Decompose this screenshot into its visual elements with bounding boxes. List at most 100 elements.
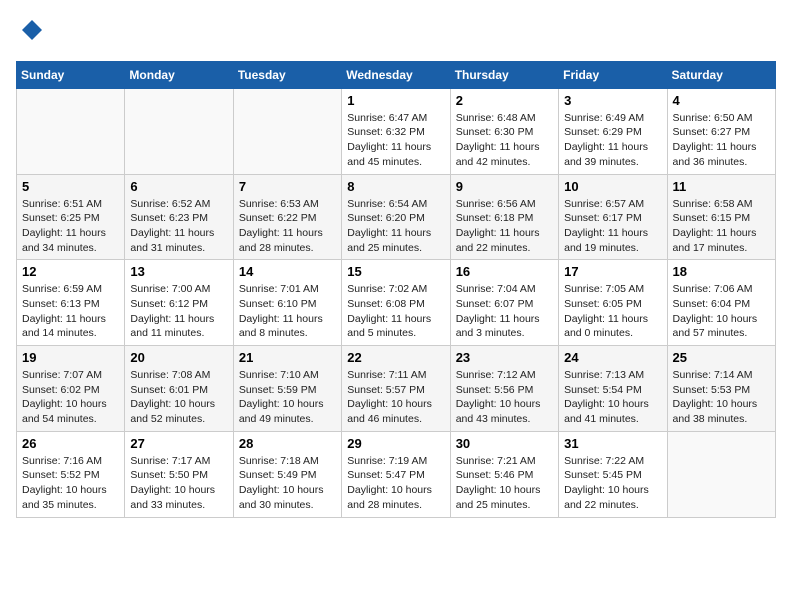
calendar-table: SundayMondayTuesdayWednesdayThursdayFrid… — [16, 61, 776, 518]
day-number: 2 — [456, 93, 553, 108]
day-cell: 12Sunrise: 6:59 AM Sunset: 6:13 PM Dayli… — [17, 260, 125, 346]
day-cell: 24Sunrise: 7:13 AM Sunset: 5:54 PM Dayli… — [559, 346, 667, 432]
day-number: 14 — [239, 264, 336, 279]
day-number: 3 — [564, 93, 661, 108]
day-cell: 30 Sunrise: 7:21 AM Sunset: 5:46 PM Dayli… — [450, 431, 558, 517]
day-cell: 9 Sunrise: 6:56 AM Sunset: 6:18 PM Daylig… — [450, 174, 558, 260]
logo-icon — [18, 16, 46, 44]
day-cell: 14 Sunrise: 7:01 AM Sunset: 6:10 PM Dayli… — [233, 260, 341, 346]
day-cell: 18Sunrise: 7:06 AM Sunset: 6:04 PM Dayli… — [667, 260, 775, 346]
day-number: 30 — [456, 436, 553, 451]
logo — [16, 16, 46, 49]
day-cell: 26 Sunrise: 7:16 AM Sunset: 5:52 PM Dayli… — [17, 431, 125, 517]
day-cell: 2 Sunrise: 6:48 AM Sunset: 6:30 PM Daylig… — [450, 88, 558, 174]
day-cell: 31Sunrise: 7:22 AM Sunset: 5:45 PM Dayli… — [559, 431, 667, 517]
day-cell: 5 Sunrise: 6:51 AM Sunset: 6:25 PM Daylig… — [17, 174, 125, 260]
day-number: 15 — [347, 264, 444, 279]
day-number: 5 — [22, 179, 119, 194]
header-row: SundayMondayTuesdayWednesdayThursdayFrid… — [17, 61, 776, 88]
col-header-friday: Friday — [559, 61, 667, 88]
day-cell: 19 Sunrise: 7:07 AM Sunset: 6:02 PM Dayli… — [17, 346, 125, 432]
day-info: Sunrise: 7:02 AM Sunset: 6:08 PM Dayligh… — [347, 282, 444, 341]
day-number: 11 — [673, 179, 770, 194]
week-row-5: 26 Sunrise: 7:16 AM Sunset: 5:52 PM Dayli… — [17, 431, 776, 517]
day-number: 12 — [22, 264, 119, 279]
day-number: 19 — [22, 350, 119, 365]
day-number: 27 — [130, 436, 227, 451]
page-header — [16, 16, 776, 49]
day-info: Sunrise: 7:01 AM Sunset: 6:10 PM Dayligh… — [239, 282, 336, 341]
day-info: Sunrise: 6:48 AM Sunset: 6:30 PM Dayligh… — [456, 111, 553, 170]
day-number: 26 — [22, 436, 119, 451]
day-cell: 1 Sunrise: 6:47 AM Sunset: 6:32 PM Daylig… — [342, 88, 450, 174]
day-info: Sunrise: 7:18 AM Sunset: 5:49 PM Dayligh… — [239, 454, 336, 513]
day-cell: 29 Sunrise: 7:19 AM Sunset: 5:47 PM Dayli… — [342, 431, 450, 517]
day-number: 6 — [130, 179, 227, 194]
day-cell: 4 Sunrise: 6:50 AM Sunset: 6:27 PM Daylig… — [667, 88, 775, 174]
day-cell: 3 Sunrise: 6:49 AM Sunset: 6:29 PM Daylig… — [559, 88, 667, 174]
day-cell: 15 Sunrise: 7:02 AM Sunset: 6:08 PM Dayli… — [342, 260, 450, 346]
day-info: Sunrise: 6:52 AM Sunset: 6:23 PM Dayligh… — [130, 197, 227, 256]
day-info: Sunrise: 7:10 AM Sunset: 5:59 PM Dayligh… — [239, 368, 336, 427]
day-info: Sunrise: 6:58 AM Sunset: 6:15 PM Dayligh… — [673, 197, 770, 256]
day-number: 23 — [456, 350, 553, 365]
day-info: Sunrise: 7:08 AM Sunset: 6:01 PM Dayligh… — [130, 368, 227, 427]
day-cell — [125, 88, 233, 174]
day-cell: 10Sunrise: 6:57 AM Sunset: 6:17 PM Dayli… — [559, 174, 667, 260]
col-header-saturday: Saturday — [667, 61, 775, 88]
week-row-2: 5 Sunrise: 6:51 AM Sunset: 6:25 PM Daylig… — [17, 174, 776, 260]
day-cell — [667, 431, 775, 517]
day-cell: 7 Sunrise: 6:53 AM Sunset: 6:22 PM Daylig… — [233, 174, 341, 260]
day-info: Sunrise: 7:07 AM Sunset: 6:02 PM Dayligh… — [22, 368, 119, 427]
col-header-thursday: Thursday — [450, 61, 558, 88]
day-cell: 22 Sunrise: 7:11 AM Sunset: 5:57 PM Dayli… — [342, 346, 450, 432]
day-cell: 27 Sunrise: 7:17 AM Sunset: 5:50 PM Dayli… — [125, 431, 233, 517]
day-info: Sunrise: 6:50 AM Sunset: 6:27 PM Dayligh… — [673, 111, 770, 170]
day-cell: 23 Sunrise: 7:12 AM Sunset: 5:56 PM Dayli… — [450, 346, 558, 432]
day-number: 20 — [130, 350, 227, 365]
col-header-tuesday: Tuesday — [233, 61, 341, 88]
day-number: 29 — [347, 436, 444, 451]
day-info: Sunrise: 7:17 AM Sunset: 5:50 PM Dayligh… — [130, 454, 227, 513]
day-cell: 8 Sunrise: 6:54 AM Sunset: 6:20 PM Daylig… — [342, 174, 450, 260]
day-number: 4 — [673, 93, 770, 108]
col-header-sunday: Sunday — [17, 61, 125, 88]
day-cell: 20 Sunrise: 7:08 AM Sunset: 6:01 PM Dayli… — [125, 346, 233, 432]
day-cell: 28 Sunrise: 7:18 AM Sunset: 5:49 PM Dayli… — [233, 431, 341, 517]
day-number: 17 — [564, 264, 661, 279]
day-info: Sunrise: 7:12 AM Sunset: 5:56 PM Dayligh… — [456, 368, 553, 427]
day-info: Sunrise: 7:19 AM Sunset: 5:47 PM Dayligh… — [347, 454, 444, 513]
week-row-3: 12Sunrise: 6:59 AM Sunset: 6:13 PM Dayli… — [17, 260, 776, 346]
day-info: Sunrise: 7:04 AM Sunset: 6:07 PM Dayligh… — [456, 282, 553, 341]
day-info: Sunrise: 7:05 AM Sunset: 6:05 PM Dayligh… — [564, 282, 661, 341]
day-info: Sunrise: 7:16 AM Sunset: 5:52 PM Dayligh… — [22, 454, 119, 513]
day-info: Sunrise: 6:47 AM Sunset: 6:32 PM Dayligh… — [347, 111, 444, 170]
day-cell: 25Sunrise: 7:14 AM Sunset: 5:53 PM Dayli… — [667, 346, 775, 432]
day-info: Sunrise: 7:06 AM Sunset: 6:04 PM Dayligh… — [673, 282, 770, 341]
day-cell: 13Sunrise: 7:00 AM Sunset: 6:12 PM Dayli… — [125, 260, 233, 346]
day-number: 22 — [347, 350, 444, 365]
day-number: 8 — [347, 179, 444, 194]
day-info: Sunrise: 7:11 AM Sunset: 5:57 PM Dayligh… — [347, 368, 444, 427]
day-cell: 17 Sunrise: 7:05 AM Sunset: 6:05 PM Dayli… — [559, 260, 667, 346]
day-info: Sunrise: 7:13 AM Sunset: 5:54 PM Dayligh… — [564, 368, 661, 427]
day-number: 9 — [456, 179, 553, 194]
day-number: 25 — [673, 350, 770, 365]
day-info: Sunrise: 6:51 AM Sunset: 6:25 PM Dayligh… — [22, 197, 119, 256]
day-info: Sunrise: 6:49 AM Sunset: 6:29 PM Dayligh… — [564, 111, 661, 170]
day-number: 28 — [239, 436, 336, 451]
week-row-4: 19 Sunrise: 7:07 AM Sunset: 6:02 PM Dayli… — [17, 346, 776, 432]
day-number: 31 — [564, 436, 661, 451]
day-info: Sunrise: 6:54 AM Sunset: 6:20 PM Dayligh… — [347, 197, 444, 256]
day-info: Sunrise: 7:21 AM Sunset: 5:46 PM Dayligh… — [456, 454, 553, 513]
day-info: Sunrise: 6:57 AM Sunset: 6:17 PM Dayligh… — [564, 197, 661, 256]
day-cell: 6 Sunrise: 6:52 AM Sunset: 6:23 PM Daylig… — [125, 174, 233, 260]
col-header-wednesday: Wednesday — [342, 61, 450, 88]
day-info: Sunrise: 6:56 AM Sunset: 6:18 PM Dayligh… — [456, 197, 553, 256]
day-number: 16 — [456, 264, 553, 279]
day-info: Sunrise: 6:53 AM Sunset: 6:22 PM Dayligh… — [239, 197, 336, 256]
day-number: 7 — [239, 179, 336, 194]
day-cell: 21Sunrise: 7:10 AM Sunset: 5:59 PM Dayli… — [233, 346, 341, 432]
day-number: 1 — [347, 93, 444, 108]
day-cell — [17, 88, 125, 174]
